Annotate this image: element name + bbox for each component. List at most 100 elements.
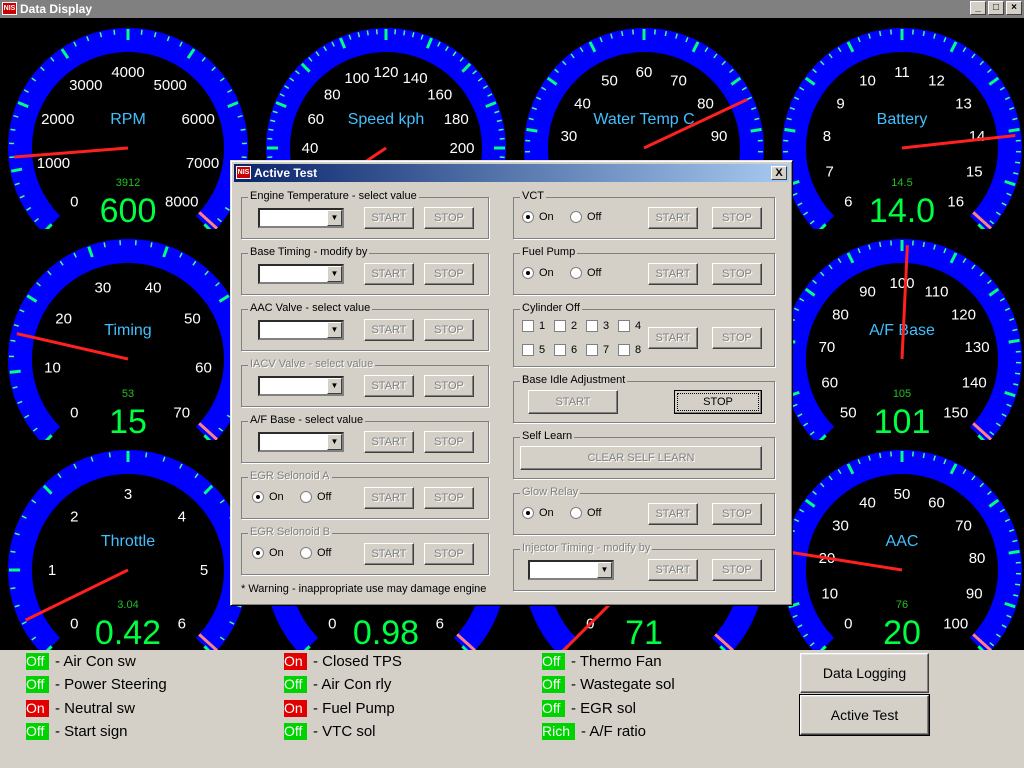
minimize-button[interactable]: _: [970, 1, 986, 15]
af-base-start-button[interactable]: START: [364, 431, 414, 453]
chevron-down-icon[interactable]: ▼: [327, 322, 342, 338]
aac-valve-stop-button[interactable]: STOP: [424, 319, 474, 341]
cylinder-8-checkbox[interactable]: 8: [618, 344, 641, 356]
gauge-tick-label: 50: [184, 311, 201, 328]
gauge-tick-label: 11: [894, 64, 910, 81]
cylinder-off-stop-button[interactable]: STOP: [712, 327, 762, 349]
gauge-tick-label: 140: [403, 70, 428, 87]
gauge-tick-label: 200: [449, 140, 474, 157]
vct-on-radio[interactable]: On: [522, 211, 554, 223]
gauge-tick: [10, 128, 16, 131]
base-timing-start-button[interactable]: START: [364, 263, 414, 285]
group-self-learn: Self Learn CLEAR SELF LEARN: [513, 430, 775, 479]
injector-timing-start-button[interactable]: START: [648, 559, 698, 581]
data-logging-button[interactable]: Data Logging: [800, 653, 929, 693]
gauge-tick-label: 70: [173, 405, 190, 422]
iacv-valve-select[interactable]: ▼: [258, 376, 344, 396]
af-base-stop-button[interactable]: STOP: [424, 431, 474, 453]
title-bar[interactable]: NIS Data Display _ □ ×: [0, 0, 1024, 18]
gauge-tick: [1015, 372, 1021, 375]
egr-b-start-button[interactable]: START: [364, 543, 414, 565]
gauge-tick-label: 20: [55, 311, 72, 328]
gauge-tick: [10, 167, 23, 173]
cylinder-off-start-button[interactable]: START: [648, 327, 698, 349]
base-timing-select[interactable]: ▼: [258, 264, 344, 284]
glow-relay-start-button[interactable]: START: [648, 503, 698, 525]
base-idle-start-button[interactable]: START: [528, 390, 618, 414]
dialog-close-button[interactable]: X: [771, 166, 787, 180]
gauge-tick-label: 2000: [41, 111, 74, 128]
engine-temperature-start-button[interactable]: START: [364, 207, 414, 229]
gauge-tick-label: 40: [302, 140, 319, 157]
egr-a-off-radio[interactable]: Off: [300, 491, 331, 503]
egr-a-start-button[interactable]: START: [364, 487, 414, 509]
cylinder-6-checkbox[interactable]: 6: [554, 344, 577, 356]
vct-start-button[interactable]: START: [648, 207, 698, 229]
group-label: AAC Valve - select value: [248, 302, 373, 314]
chevron-down-icon[interactable]: ▼: [327, 434, 342, 450]
chevron-down-icon[interactable]: ▼: [327, 266, 342, 282]
close-button[interactable]: ×: [1006, 1, 1022, 15]
gauge-label: Throttle: [101, 533, 155, 550]
active-test-button[interactable]: Active Test: [799, 694, 930, 736]
iacv-valve-start-button[interactable]: START: [364, 375, 414, 397]
gauge-tick: [1013, 172, 1019, 175]
status-indicator: On - Neutral sw: [26, 699, 135, 717]
fuel-pump-on-radio[interactable]: On: [522, 267, 554, 279]
vct-stop-button[interactable]: STOP: [712, 207, 762, 229]
aac-valve-select[interactable]: ▼: [258, 320, 344, 340]
fuel-pump-stop-button[interactable]: STOP: [712, 263, 762, 285]
engine-temperature-select[interactable]: ▼: [258, 208, 344, 228]
injector-timing-stop-button[interactable]: STOP: [712, 559, 762, 581]
group-egr-selonoid-b: EGR Selonoid B On Off START STOP: [241, 526, 489, 575]
gauge-tick-label: 15: [966, 163, 983, 180]
radio-label: Off: [587, 211, 602, 223]
fuel-pump-start-button[interactable]: START: [648, 263, 698, 285]
gauge-tick: [1008, 549, 1020, 555]
gauge: 0 10 20 30 40 50 60 70 Timing 53 15: [0, 231, 255, 440]
cylinder-1-checkbox[interactable]: 1: [522, 320, 545, 332]
injector-timing-select[interactable]: ▼: [528, 560, 614, 580]
iacv-valve-stop-button[interactable]: STOP: [424, 375, 474, 397]
chevron-down-icon[interactable]: ▼: [597, 562, 612, 578]
chevron-down-icon[interactable]: ▼: [327, 210, 342, 226]
glow-relay-off-radio[interactable]: Off: [570, 507, 601, 519]
gauge-dial: 0 1 2 3 4 5 6 Throttle 3.04 0.42: [8, 450, 248, 651]
gauge-tick-label: 5000: [154, 77, 187, 94]
egr-a-stop-button[interactable]: STOP: [424, 487, 474, 509]
dialog-title-bar[interactable]: NIS Active Test X: [234, 164, 789, 182]
cylinder-4-checkbox[interactable]: 4: [618, 320, 641, 332]
cylinder-5-checkbox[interactable]: 5: [522, 344, 545, 356]
group-fuel-pump: Fuel Pump On Off START STOP: [513, 246, 775, 295]
gauge-tick: [366, 30, 369, 36]
maximize-button[interactable]: □: [988, 1, 1004, 15]
radio-label: On: [539, 267, 554, 279]
base-timing-stop-button[interactable]: STOP: [424, 263, 474, 285]
egr-b-on-radio[interactable]: On: [252, 547, 284, 559]
glow-relay-stop-button[interactable]: STOP: [712, 503, 762, 525]
egr-b-off-radio[interactable]: Off: [300, 547, 331, 559]
vct-off-radio[interactable]: Off: [570, 211, 601, 223]
gauge-label: Timing: [104, 322, 151, 339]
cylinder-7-checkbox[interactable]: 7: [586, 344, 609, 356]
egr-a-on-radio[interactable]: On: [252, 491, 284, 503]
aac-valve-start-button[interactable]: START: [364, 319, 414, 341]
fuel-pump-off-radio[interactable]: Off: [570, 267, 601, 279]
gauge-tick: [1015, 161, 1021, 164]
chevron-down-icon[interactable]: ▼: [327, 378, 342, 394]
cylinder-3-checkbox[interactable]: 3: [586, 320, 609, 332]
gauge-tick-label: 30: [561, 128, 578, 145]
base-idle-stop-button[interactable]: STOP: [674, 390, 762, 414]
radio-checked-icon: [522, 507, 534, 519]
glow-relay-on-radio[interactable]: On: [522, 507, 554, 519]
egr-b-stop-button[interactable]: STOP: [424, 543, 474, 565]
engine-temperature-stop-button[interactable]: STOP: [424, 207, 474, 229]
gauge-dial: 5060708090 100 110120130140150A/F Base1051…: [782, 239, 1022, 440]
clear-self-learn-button[interactable]: CLEAR SELF LEARN: [520, 446, 762, 470]
status-indicator: Off - VTC sol: [284, 723, 376, 741]
gauge-tick-label: 8: [823, 128, 831, 145]
gauge-tick-label: 160: [427, 86, 452, 103]
af-base-select[interactable]: ▼: [258, 432, 344, 452]
cylinder-2-checkbox[interactable]: 2: [554, 320, 577, 332]
status-badge: Off: [542, 676, 565, 693]
